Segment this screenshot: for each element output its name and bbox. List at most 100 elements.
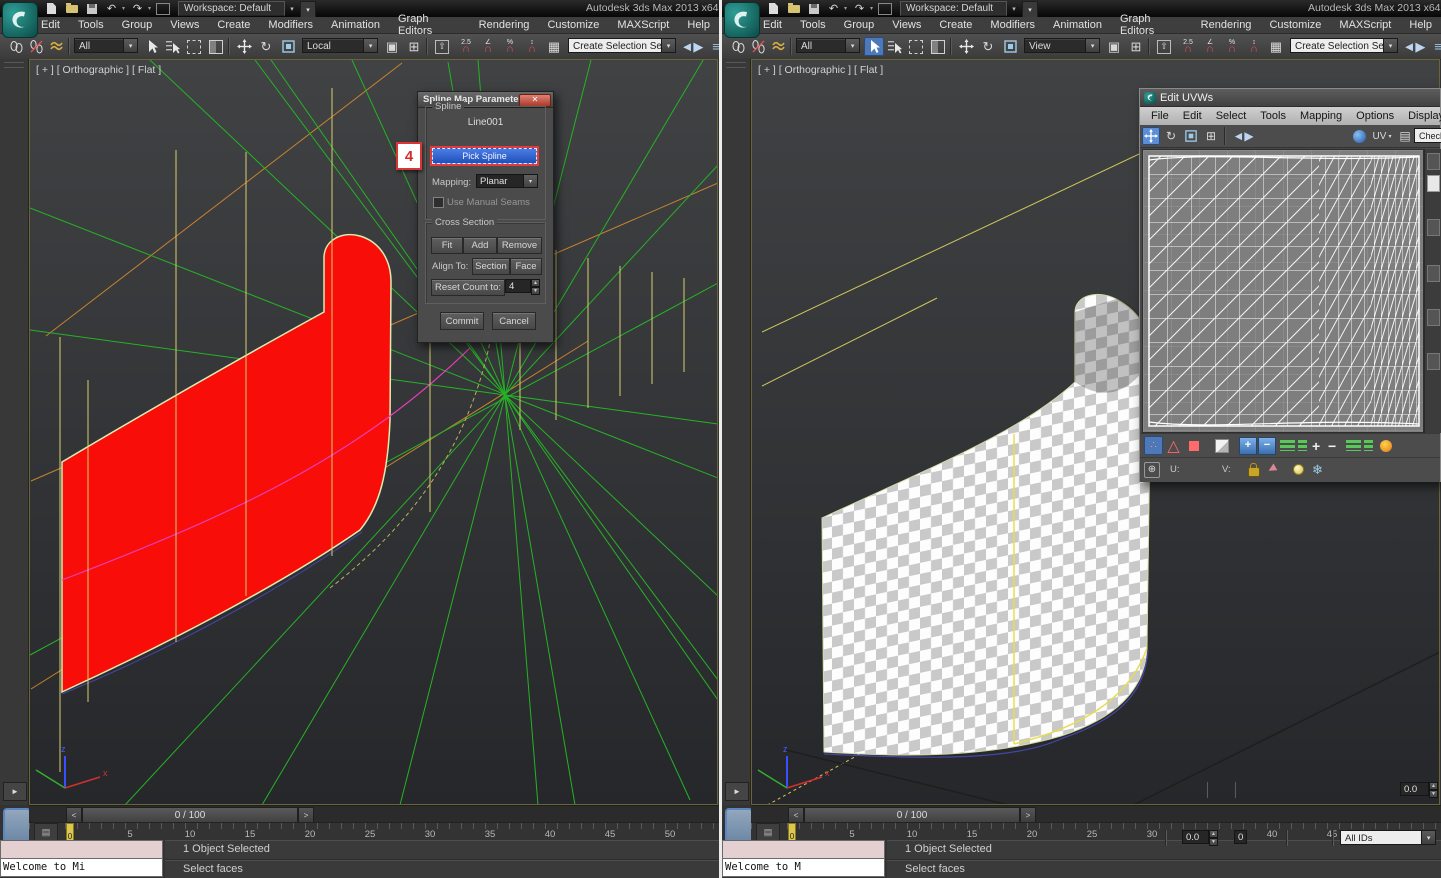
uv-side-button[interactable] — [1427, 265, 1440, 282]
time-slider-handle[interactable]: 0 / 100 — [82, 807, 298, 823]
dropdown-arrow-icon[interactable]: ▾ — [1384, 38, 1398, 53]
select-ring-grow-icon[interactable] — [1364, 440, 1373, 451]
texture-checker-dropdown[interactable]: Checke — [1414, 128, 1441, 143]
spinner-snap-toggle-icon[interactable]: ↕∩ — [1244, 37, 1264, 56]
macro-recorder-row[interactable] — [0, 840, 163, 859]
select-by-name-icon[interactable] — [884, 37, 904, 56]
use-pivot-point-center-icon[interactable]: ▣ — [382, 37, 402, 56]
angle-snap-toggle-icon[interactable]: ∠∩ — [1200, 37, 1220, 56]
menu-item[interactable]: Create — [208, 19, 259, 31]
menu-item[interactable]: Help — [678, 19, 719, 31]
fit-button[interactable]: Fit — [431, 237, 463, 254]
keyboard-shortcut-override-icon[interactable]: ⇧ — [1154, 37, 1174, 56]
select-and-manipulate-icon[interactable]: ⊞ — [404, 37, 424, 56]
dropdown-arrow-icon[interactable]: ▾ — [364, 38, 378, 53]
selection-filter-dropdown[interactable]: All▾ — [74, 38, 138, 53]
snaps-toggle-icon[interactable]: 2.5∩ — [456, 37, 476, 56]
select-object-icon[interactable] — [864, 37, 884, 56]
select-loop-grow-icon[interactable] — [1298, 440, 1307, 451]
menu-item[interactable]: Customize — [1260, 19, 1330, 31]
named-selection-set-combo[interactable]: Create Selection Se▾ — [1290, 38, 1398, 53]
menu-item[interactable]: Rendering — [1192, 19, 1261, 31]
soft-selection-icon[interactable] — [1380, 440, 1392, 452]
dropdown-arrow-icon[interactable]: ▾ — [124, 38, 138, 53]
menu-item[interactable]: Views — [883, 19, 930, 31]
add-button[interactable]: Add — [463, 237, 497, 254]
align-icon[interactable]: ≡ — [706, 37, 719, 56]
uvw-menu-item[interactable]: Display — [1401, 110, 1441, 122]
named-selection-sets-icon[interactable]: ▦ — [544, 37, 564, 56]
named-selection-set-combo[interactable]: Create Selection Se▾ — [568, 38, 676, 53]
mini-trackbar-icon[interactable]: ▤ — [756, 823, 780, 841]
unlink-selection-icon[interactable] — [748, 37, 768, 56]
bind-to-space-warp-icon[interactable] — [768, 37, 788, 56]
save-icon[interactable] — [84, 2, 99, 16]
percent-snap-toggle-icon[interactable]: %∩ — [500, 37, 520, 56]
select-object-icon[interactable] — [142, 37, 162, 56]
uvw-menu-item[interactable]: Tools — [1253, 110, 1293, 122]
undo-icon[interactable]: ↶ — [826, 2, 841, 16]
uv-scale-icon[interactable] — [1182, 127, 1200, 145]
menu-item[interactable]: Customize — [538, 19, 608, 31]
application-menu-button[interactable] — [2, 2, 38, 38]
dropdown-arrow-icon[interactable]: ▾ — [524, 174, 538, 188]
open-file-icon[interactable] — [64, 2, 79, 16]
window-crossing-toggle-icon[interactable] — [928, 37, 948, 56]
next-frame-button[interactable]: > — [298, 807, 314, 823]
select-and-rotate-icon[interactable]: ↻ — [256, 37, 276, 56]
menu-item[interactable]: Modifiers — [259, 19, 322, 31]
menu-item[interactable]: MAXScript — [1330, 19, 1400, 31]
bind-to-space-warp-icon[interactable] — [46, 37, 66, 56]
uv-side-button[interactable] — [1427, 175, 1440, 192]
reference-coordinate-system-dropdown[interactable]: View▾ — [1024, 38, 1100, 53]
select-and-link-icon[interactable] — [6, 37, 26, 56]
select-and-scale-icon[interactable] — [1000, 37, 1020, 56]
viewport-label[interactable]: [ + ] [ Orthographic ] [ Flat ] — [36, 64, 161, 76]
rectangular-selection-region-icon[interactable] — [906, 37, 926, 56]
select-element-icon[interactable] — [1212, 436, 1231, 455]
minus-icon[interactable]: − — [1328, 436, 1336, 455]
uv-freeform-icon[interactable]: ⊞ — [1202, 127, 1220, 145]
edit-uvws-title-bar[interactable]: Edit UVWs — [1140, 89, 1440, 107]
viewport-label[interactable]: [ + ] [ Orthographic ] [ Flat ] — [758, 64, 883, 76]
previous-frame-button[interactable]: < — [66, 807, 82, 823]
macro-recorder-row[interactable] — [722, 840, 885, 859]
named-selection-sets-icon[interactable]: ▦ — [1266, 37, 1286, 56]
mapping-dropdown[interactable]: Planar▾ — [476, 174, 538, 188]
material-id-dropdown[interactable]: All IDs▾ — [1340, 830, 1436, 845]
redo-caret-icon[interactable]: ▾ — [870, 5, 873, 12]
remove-button[interactable]: Remove — [497, 237, 542, 254]
selection-filter-dropdown[interactable]: All▾ — [796, 38, 860, 53]
shrink-selection-icon[interactable]: − — [1258, 437, 1276, 455]
unlink-selection-icon[interactable] — [26, 37, 46, 56]
workspace-dropdown-arrow-icon[interactable]: ▾ — [286, 1, 298, 16]
new-file-icon[interactable] — [44, 2, 59, 16]
select-and-link-icon[interactable] — [728, 37, 748, 56]
commit-button[interactable]: Commit — [440, 312, 484, 330]
uv-side-button[interactable] — [1427, 219, 1440, 236]
mirror-icon[interactable]: ◄▶ — [682, 37, 702, 56]
lock-selection-icon[interactable] — [1248, 467, 1260, 477]
menu-item[interactable]: Group — [113, 19, 162, 31]
uvw-menu-item[interactable]: Edit — [1176, 110, 1209, 122]
dropdown-arrow-icon[interactable]: ▾ — [662, 38, 676, 53]
rectangular-selection-region-icon[interactable] — [184, 37, 204, 56]
v-coordinate-spinner[interactable]: 0 — [1234, 830, 1244, 844]
select-ring-icon[interactable] — [1346, 440, 1361, 451]
redo-caret-icon[interactable]: ▾ — [148, 5, 151, 12]
dropdown-arrow-icon[interactable]: ▾ — [846, 38, 860, 53]
use-manual-seams-checkbox[interactable] — [433, 197, 444, 208]
uv-side-button[interactable] — [1427, 353, 1440, 370]
uv-mirror-icon[interactable]: ◄▶ — [1230, 127, 1256, 145]
show-map-icon[interactable] — [1350, 127, 1368, 145]
application-menu-button[interactable] — [724, 2, 760, 38]
viewport-orthographic[interactable]: [ + ] [ Orthographic ] [ Flat ] — [29, 59, 718, 805]
uv-space-dropdown[interactable]: UV▾ — [1370, 127, 1394, 145]
listener-row[interactable]: Welcome to Mi — [0, 859, 163, 877]
mini-curve-editor-button[interactable] — [3, 808, 31, 843]
menu-item[interactable]: MAXScript — [608, 19, 678, 31]
spinner-down-icon[interactable]: ▼ — [1209, 838, 1218, 846]
select-and-scale-icon[interactable] — [278, 37, 298, 56]
menu-item[interactable]: Group — [835, 19, 884, 31]
undo-icon[interactable]: ↶ — [104, 2, 119, 16]
